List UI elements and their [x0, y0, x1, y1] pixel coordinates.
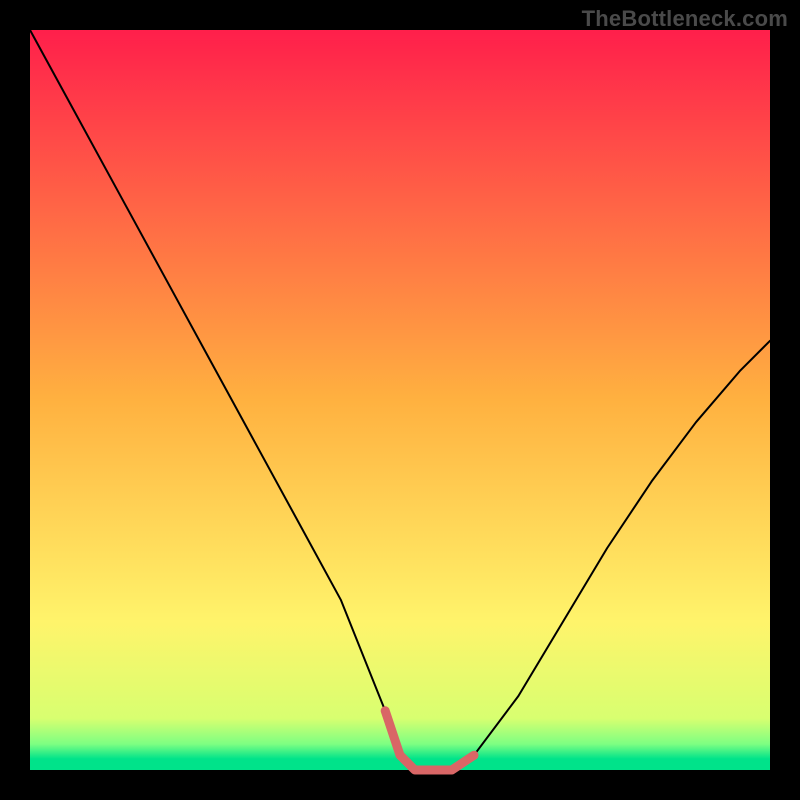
- watermark-text: TheBottleneck.com: [582, 6, 788, 32]
- plot-background: [30, 30, 770, 770]
- bottleneck-chart: [0, 0, 800, 800]
- chart-stage: TheBottleneck.com: [0, 0, 800, 800]
